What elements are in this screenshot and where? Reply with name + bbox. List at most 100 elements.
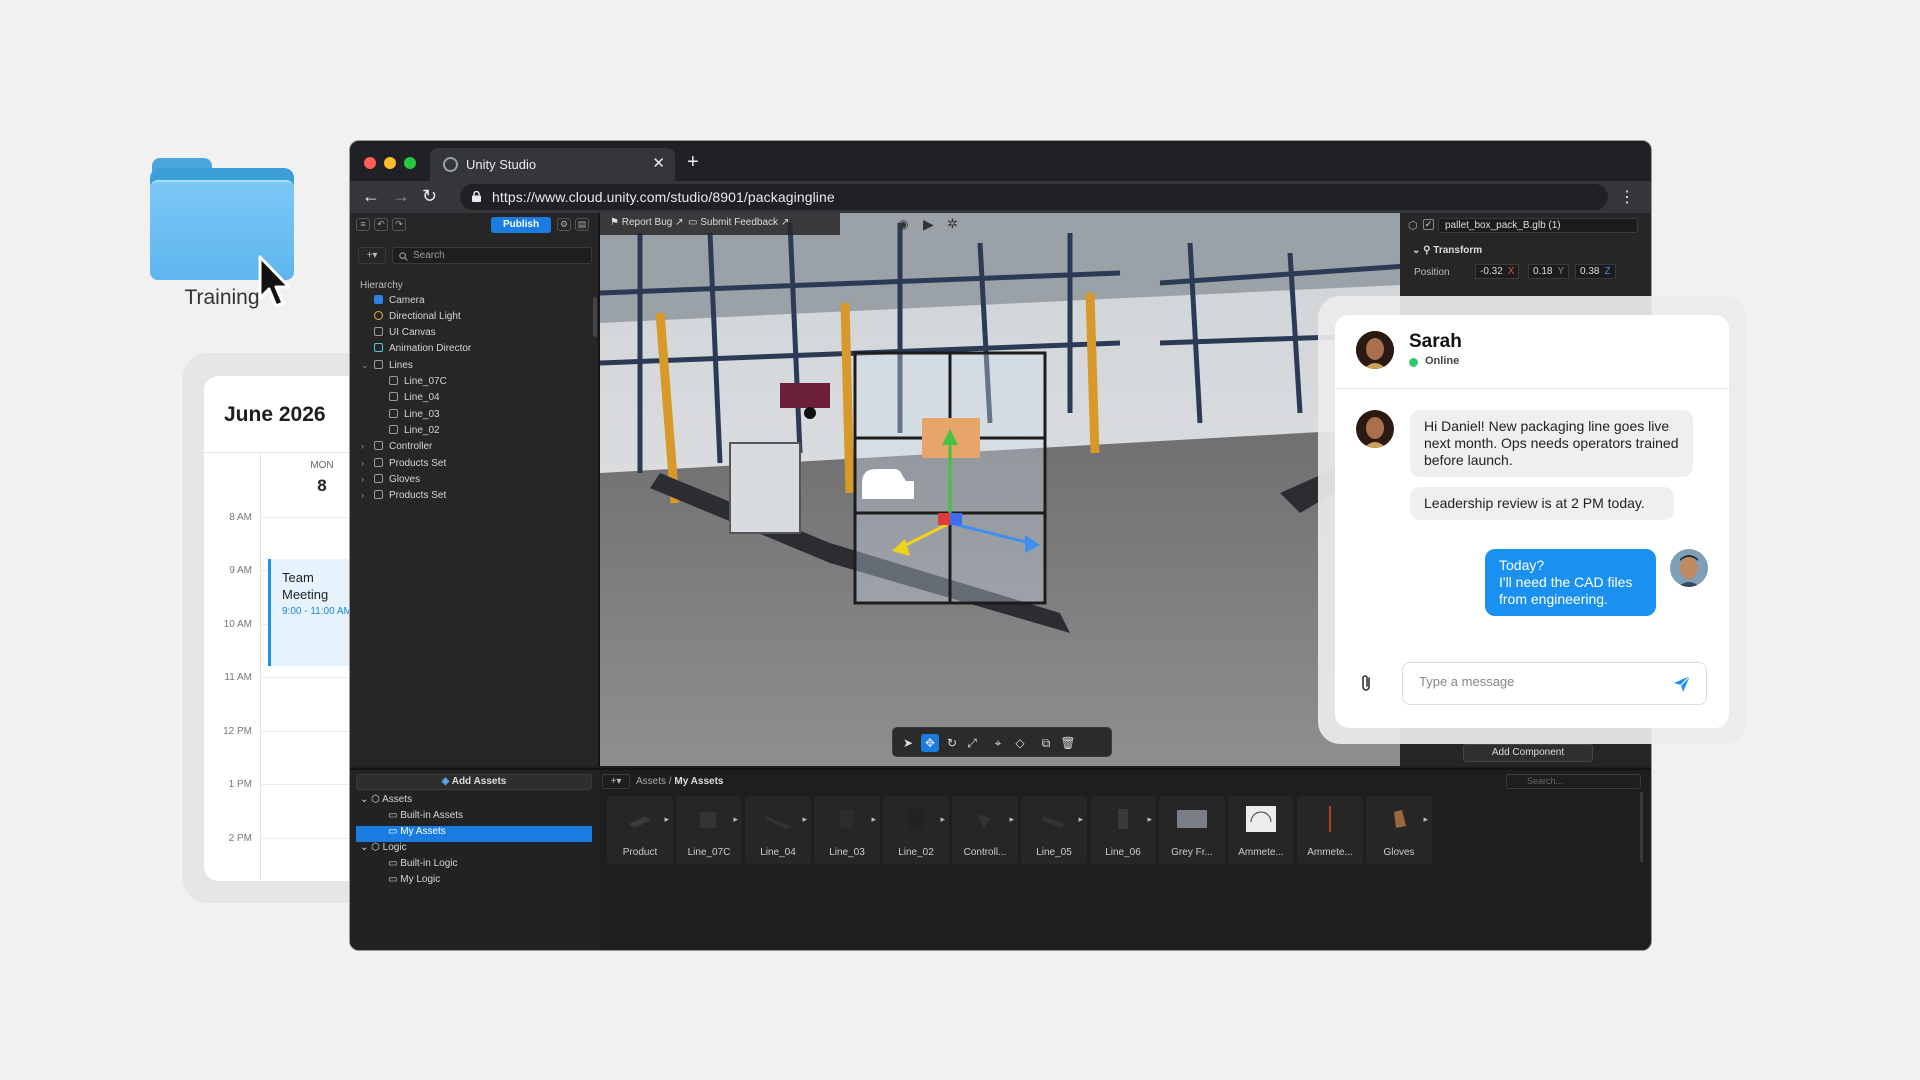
select-tool-icon[interactable]: ➤ bbox=[899, 734, 917, 752]
hierarchy-item-animation-director[interactable]: Animation Director bbox=[374, 343, 471, 359]
url-text: https://www.cloud.unity.com/studio/8901/… bbox=[492, 189, 835, 205]
save-icon[interactable]: ▤ bbox=[575, 218, 589, 231]
pivot-icon[interactable]: ⌖ bbox=[989, 734, 1007, 752]
asset-item[interactable]: ▸ Line_07C bbox=[676, 796, 742, 864]
minimize-window-button[interactable] bbox=[384, 157, 396, 169]
breadcrumb-root[interactable]: Assets bbox=[636, 776, 666, 787]
hierarchy-item-line-03[interactable]: Line_03 bbox=[389, 409, 440, 425]
hierarchy-item-products-set-2[interactable]: › Products Set bbox=[361, 490, 446, 506]
message-input-field[interactable] bbox=[1419, 674, 1649, 689]
event-time: 9:00 - 11:00 AM bbox=[282, 606, 352, 617]
cube-icon bbox=[374, 490, 383, 499]
forward-icon[interactable]: → bbox=[392, 186, 410, 207]
add-component-button[interactable]: Add Component bbox=[1463, 744, 1593, 762]
hierarchy-item-gloves[interactable]: › Gloves bbox=[361, 474, 420, 490]
back-icon[interactable]: ← bbox=[362, 186, 380, 207]
send-icon[interactable] bbox=[1672, 674, 1692, 694]
chevron-right-icon[interactable]: › bbox=[361, 458, 364, 468]
chevron-right-icon[interactable]: › bbox=[361, 490, 364, 500]
position-label: Position bbox=[1414, 267, 1450, 278]
attachment-icon[interactable] bbox=[1358, 673, 1374, 693]
chevron-right-icon[interactable]: › bbox=[361, 441, 364, 451]
object-name-field[interactable]: pallet_box_pack_B.glb (1) bbox=[1438, 218, 1638, 233]
message-input[interactable] bbox=[1402, 662, 1707, 705]
browser-toolbar: ← → ↻ https://www.cloud.unity.com/studio… bbox=[350, 181, 1651, 213]
asset-item[interactable]: ▸ Controll... bbox=[952, 796, 1018, 864]
tree-item-built-in-logic[interactable]: ▭ Built-in Logic bbox=[388, 858, 458, 874]
hierarchy-item-directional-light[interactable]: Directional Light bbox=[374, 311, 461, 327]
light-icon bbox=[374, 311, 383, 320]
object-cube-icon: ⬡ bbox=[1408, 220, 1418, 232]
tree-item-built-in-assets[interactable]: ▭ Built-in Assets bbox=[388, 810, 463, 826]
trash-icon[interactable]: 🗑 bbox=[1059, 734, 1077, 752]
menu-icon[interactable]: ≡ bbox=[356, 218, 370, 231]
hierarchy-scrollbar[interactable] bbox=[593, 297, 597, 337]
asset-add-button[interactable]: +▾ bbox=[602, 774, 630, 789]
transform-section-header[interactable]: ⌄ ⚲ Transform bbox=[1412, 245, 1482, 256]
position-x-field[interactable]: -0.32 X bbox=[1475, 264, 1520, 279]
add-object-button[interactable]: +▾ bbox=[358, 247, 386, 264]
share-icon[interactable]: ⚙ bbox=[557, 218, 571, 231]
screenshot-icon[interactable]: ◉ bbox=[898, 217, 908, 231]
hierarchy-item-controller[interactable]: › Controller bbox=[361, 441, 432, 457]
close-tab-icon[interactable]: ✕ bbox=[652, 154, 665, 172]
contact-name: Sarah bbox=[1409, 331, 1462, 352]
hierarchy-item-line-02[interactable]: Line_02 bbox=[389, 425, 440, 441]
move-tool-icon[interactable]: ✥ bbox=[921, 734, 939, 752]
asset-item[interactable]: ▸ Line_03 bbox=[814, 796, 880, 864]
calendar-day-number[interactable]: 8 bbox=[302, 476, 342, 496]
asset-search-input[interactable]: Search... bbox=[1506, 774, 1641, 789]
debug-icon[interactable]: ✲ bbox=[947, 216, 958, 232]
duplicate-icon[interactable]: ⧉ bbox=[1037, 734, 1055, 752]
reload-icon[interactable]: ↻ bbox=[422, 186, 437, 207]
close-window-button[interactable] bbox=[364, 157, 376, 169]
undo-icon[interactable]: ↶ bbox=[374, 218, 388, 231]
asset-item[interactable]: Grey Fr... bbox=[1159, 796, 1225, 864]
tree-item-my-logic[interactable]: ▭ My Logic bbox=[388, 874, 440, 890]
add-assets-button[interactable]: ◈ Add Assets bbox=[356, 774, 592, 790]
chevron-right-icon[interactable]: › bbox=[361, 474, 364, 484]
report-bug-button[interactable]: ⚑ Report Bug ↗ bbox=[610, 217, 684, 228]
tree-item-logic[interactable]: ⌄ ⬡ Logic bbox=[360, 842, 407, 858]
asset-item[interactable]: ▸ Line_02 bbox=[883, 796, 949, 864]
tree-item-my-assets[interactable]: ▭ My Assets bbox=[356, 826, 592, 842]
asset-item[interactable]: ▸ Line_06 bbox=[1090, 796, 1156, 864]
tab-bar: Unity Studio ✕ + bbox=[350, 141, 1651, 181]
hierarchy-item-lines[interactable]: ⌄ Lines bbox=[361, 360, 413, 376]
submit-feedback-button[interactable]: ▭ Submit Feedback ↗ bbox=[688, 217, 789, 228]
rotate-tool-icon[interactable]: ↻ bbox=[943, 734, 961, 752]
time-label: 9 AM bbox=[229, 565, 252, 576]
tree-item-assets[interactable]: ⌄ ⬡ Assets bbox=[360, 794, 596, 810]
publish-button[interactable]: Publish bbox=[491, 217, 551, 233]
cube-view-icon[interactable]: ◇ bbox=[1011, 734, 1029, 752]
browser-menu-icon[interactable]: ⋮ bbox=[1619, 187, 1635, 207]
hierarchy-item-products-set[interactable]: › Products Set bbox=[361, 458, 446, 474]
hierarchy-item-ui-canvas[interactable]: UI Canvas bbox=[374, 327, 436, 343]
active-checkbox[interactable]: ✓ bbox=[1423, 219, 1434, 230]
asset-item[interactable]: Ammete... bbox=[1297, 796, 1363, 864]
calendar-day-name: MON bbox=[310, 460, 334, 471]
position-y-field[interactable]: 0.18 Y bbox=[1528, 264, 1570, 279]
address-bar[interactable]: https://www.cloud.unity.com/studio/8901/… bbox=[460, 184, 1608, 210]
hierarchy-item-camera[interactable]: Camera bbox=[374, 295, 425, 311]
chevron-down-icon[interactable]: ⌄ bbox=[361, 360, 369, 371]
maximize-window-button[interactable] bbox=[404, 157, 416, 169]
scale-tool-icon[interactable]: ⤢ bbox=[963, 734, 981, 752]
chat-window: Sarah Online Hi Daniel! New packaging li… bbox=[1335, 315, 1729, 728]
asset-item[interactable]: ▸ Product bbox=[607, 796, 673, 864]
lock-icon bbox=[472, 191, 481, 202]
asset-scrollbar[interactable] bbox=[1640, 792, 1643, 862]
time-label: 11 AM bbox=[224, 672, 252, 683]
hierarchy-item-line-04[interactable]: Line_04 bbox=[389, 392, 440, 408]
hierarchy-item-line-07c[interactable]: Line_07C bbox=[389, 376, 447, 392]
asset-item[interactable]: ▸ Gloves bbox=[1366, 796, 1432, 864]
position-z-field[interactable]: 0.38 Z bbox=[1575, 264, 1616, 279]
asset-item[interactable]: ▸ Line_05 bbox=[1021, 796, 1087, 864]
redo-icon[interactable]: ↷ bbox=[392, 218, 406, 231]
hierarchy-search-input[interactable]: Search bbox=[392, 247, 592, 264]
asset-item[interactable]: ▸ Line_04 bbox=[745, 796, 811, 864]
asset-item[interactable]: Ammete... bbox=[1228, 796, 1294, 864]
tab-unity-studio[interactable]: Unity Studio ✕ bbox=[430, 148, 675, 181]
play-icon[interactable]: ▶ bbox=[923, 216, 934, 233]
new-tab-button[interactable]: + bbox=[687, 151, 699, 174]
